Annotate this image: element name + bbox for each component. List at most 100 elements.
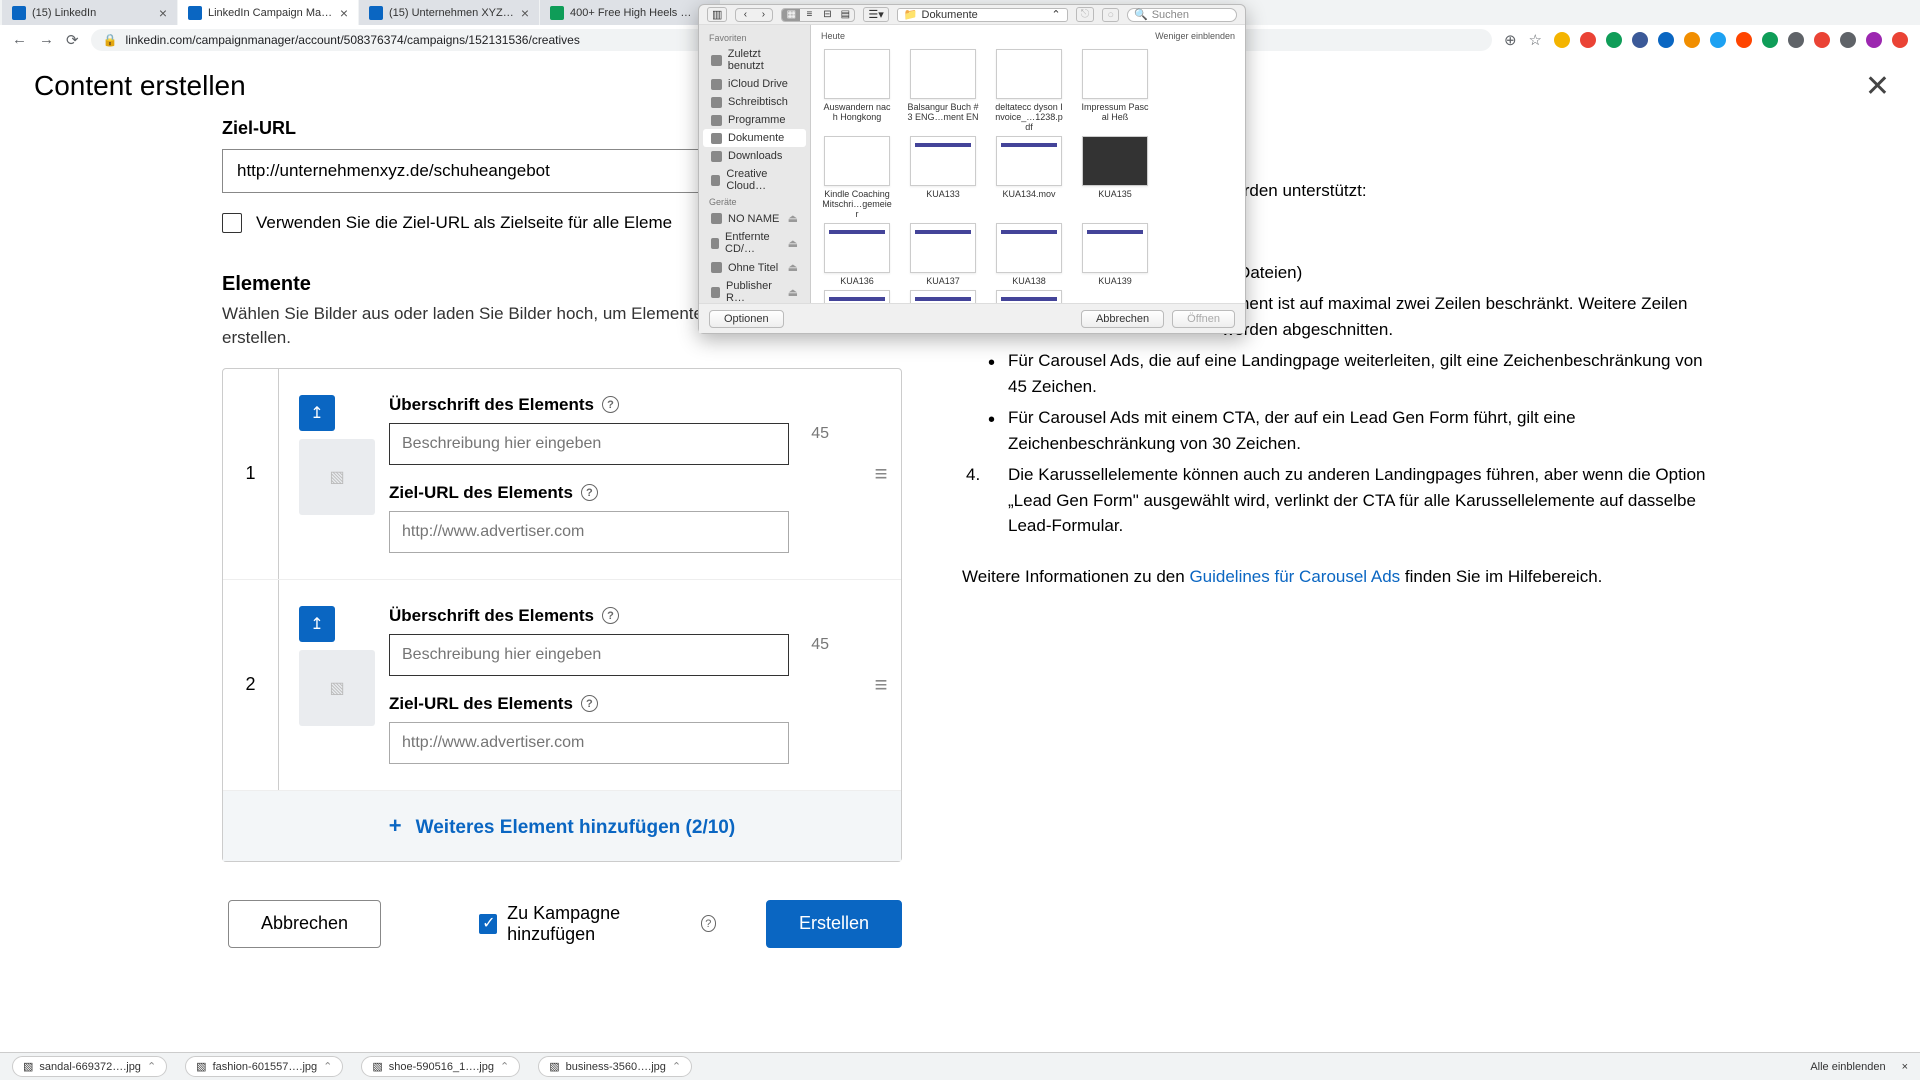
- file-item[interactable]: Auswandern nach Hongkong: [821, 49, 893, 132]
- back-icon[interactable]: ‹: [736, 9, 754, 21]
- tab-linkedin[interactable]: (15) LinkedIn×: [2, 0, 177, 25]
- open-button[interactable]: Öffnen: [1172, 310, 1235, 328]
- tab-highheels[interactable]: 400+ Free High Heels & Sh…×: [540, 0, 720, 25]
- finder-search[interactable]: 🔍Suchen: [1127, 8, 1237, 22]
- extension-icon[interactable]: [1658, 32, 1674, 48]
- upload-button[interactable]: ↥: [299, 606, 335, 642]
- close-shelf-icon[interactable]: ×: [1902, 1061, 1908, 1073]
- chevron-up-icon[interactable]: ⌃: [672, 1060, 681, 1073]
- info-icon[interactable]: ?: [581, 484, 598, 501]
- extension-icon[interactable]: [1814, 32, 1830, 48]
- extension-icon[interactable]: [1762, 32, 1778, 48]
- extension-icon[interactable]: [1892, 32, 1908, 48]
- sidebar-item[interactable]: NO NAME ⏏: [703, 209, 806, 228]
- info-icon[interactable]: ?: [602, 607, 619, 624]
- file-item[interactable]: Impressum Pascal Heß: [1079, 49, 1151, 132]
- chevron-up-icon[interactable]: ⌃: [147, 1060, 156, 1073]
- arrange-icon[interactable]: ☰▾: [863, 7, 888, 22]
- guidelines-link[interactable]: Guidelines für Carousel Ads: [1189, 567, 1400, 586]
- sidebar-item[interactable]: Dokumente: [703, 129, 806, 147]
- file-item[interactable]: KUA136: [821, 223, 893, 286]
- headline-input[interactable]: [389, 423, 789, 465]
- sidebar-item[interactable]: Schreibtisch: [703, 93, 806, 111]
- add-campaign-checkbox[interactable]: [479, 914, 497, 934]
- file-item[interactable]: KUA134.mov: [993, 136, 1065, 219]
- download-item[interactable]: ▧business-3560….jpg⌃: [538, 1056, 692, 1077]
- file-item[interactable]: KUA135: [1079, 136, 1151, 219]
- download-item[interactable]: ▧sandal-669372….jpg⌃: [12, 1056, 167, 1077]
- forward-icon[interactable]: ›: [754, 9, 772, 21]
- view-icon-list[interactable]: ≡: [800, 9, 818, 21]
- extension-icon[interactable]: [1866, 32, 1882, 48]
- star-icon[interactable]: ☆: [1529, 31, 1542, 49]
- sidebar-item[interactable]: Downloads: [703, 147, 806, 165]
- close-icon[interactable]: ×: [521, 5, 529, 21]
- image-placeholder[interactable]: ▧: [299, 439, 375, 515]
- drag-handle-icon[interactable]: ≡: [861, 580, 901, 790]
- options-button[interactable]: Optionen: [709, 310, 784, 328]
- extension-icon[interactable]: [1788, 32, 1804, 48]
- tab-unternehmen[interactable]: (15) Unternehmen XYZ: Admi…×: [359, 0, 539, 25]
- image-icon: ▧: [549, 1060, 559, 1073]
- extension-icon[interactable]: [1632, 32, 1648, 48]
- file-item[interactable]: KUA137: [907, 223, 979, 286]
- sidebar-item[interactable]: Creative Cloud…: [703, 165, 806, 195]
- sidebar-toggle-icon[interactable]: ▥: [707, 7, 727, 22]
- forward-icon[interactable]: →: [39, 31, 54, 48]
- finder-footer: Optionen Abbrechen Öffnen: [699, 303, 1245, 333]
- element-url-input[interactable]: [389, 722, 789, 764]
- file-item[interactable]: KUA138: [993, 223, 1065, 286]
- sidebar-item[interactable]: Ohne Titel ⏏: [703, 258, 806, 277]
- tag-icon[interactable]: ○: [1102, 8, 1119, 22]
- close-icon[interactable]: ×: [340, 5, 348, 21]
- extension-icon[interactable]: [1606, 32, 1622, 48]
- chevron-up-icon[interactable]: ⌃: [500, 1060, 509, 1073]
- drag-handle-icon[interactable]: ≡: [861, 369, 901, 579]
- file-thumbnail: [1082, 136, 1148, 186]
- cancel-button[interactable]: Abbrechen: [228, 900, 381, 948]
- extension-icon[interactable]: [1684, 32, 1700, 48]
- file-item[interactable]: Balsangur Buch #3 ENG…ment EN: [907, 49, 979, 132]
- view-icon-columns[interactable]: ⊟: [818, 9, 836, 21]
- ziel-checkbox[interactable]: [222, 213, 242, 233]
- download-item[interactable]: ▧fashion-601557….jpg⌃: [185, 1056, 343, 1077]
- info-icon[interactable]: ?: [581, 695, 598, 712]
- element-url-input[interactable]: [389, 511, 789, 553]
- close-icon[interactable]: ×: [159, 5, 167, 21]
- image-placeholder[interactable]: ▧: [299, 650, 375, 726]
- create-button[interactable]: Erstellen: [766, 900, 902, 948]
- headline-input[interactable]: [389, 634, 789, 676]
- file-item[interactable]: KUA139: [1079, 223, 1151, 286]
- back-icon[interactable]: ←: [12, 31, 27, 48]
- sidebar-item[interactable]: Zuletzt benutzt: [703, 45, 806, 75]
- sidebar-item[interactable]: Entfernte CD/… ⏏: [703, 228, 806, 258]
- extension-icon[interactable]: [1736, 32, 1752, 48]
- info-icon[interactable]: ?: [701, 915, 716, 932]
- close-button[interactable]: ✕: [1865, 69, 1890, 104]
- upload-button[interactable]: ↥: [299, 395, 335, 431]
- file-item[interactable]: Kindle Coaching Mitschri…gemeier: [821, 136, 893, 219]
- extension-icon[interactable]: [1580, 32, 1596, 48]
- sidebar-item[interactable]: Programme: [703, 111, 806, 129]
- show-all-downloads[interactable]: Alle einblenden: [1810, 1061, 1885, 1073]
- extension-icon[interactable]: [1710, 32, 1726, 48]
- finder-path[interactable]: 📁 Dokumente ⌃: [897, 8, 1068, 22]
- add-element-button[interactable]: +Weiteres Element hinzufügen (2/10): [223, 791, 901, 861]
- download-item[interactable]: ▧shoe-590516_1….jpg⌃: [361, 1056, 520, 1077]
- info-icon[interactable]: ?: [602, 396, 619, 413]
- finder-fewer[interactable]: Weniger einblenden: [1155, 31, 1235, 41]
- chevron-up-icon[interactable]: ⌃: [323, 1060, 332, 1073]
- file-item[interactable]: KUA133: [907, 136, 979, 219]
- extension-icon[interactable]: [1840, 32, 1856, 48]
- zoom-icon[interactable]: ⊕: [1504, 31, 1517, 49]
- view-icon-gallery[interactable]: ▤: [836, 9, 854, 21]
- share-icon[interactable]: ⎋: [1076, 7, 1095, 22]
- cancel-button[interactable]: Abbrechen: [1081, 310, 1164, 328]
- extension-icon[interactable]: [1554, 32, 1570, 48]
- view-icon-grid[interactable]: ▦: [782, 9, 800, 21]
- headline-label: Überschrift des Elements ?: [389, 606, 841, 626]
- file-item[interactable]: deltatecc dyson Invoice_…1238.pdf: [993, 49, 1065, 132]
- sidebar-item[interactable]: iCloud Drive: [703, 75, 806, 93]
- reload-icon[interactable]: ⟳: [66, 31, 79, 49]
- tab-campaign-manager[interactable]: LinkedIn Campaign Manager×: [178, 0, 358, 25]
